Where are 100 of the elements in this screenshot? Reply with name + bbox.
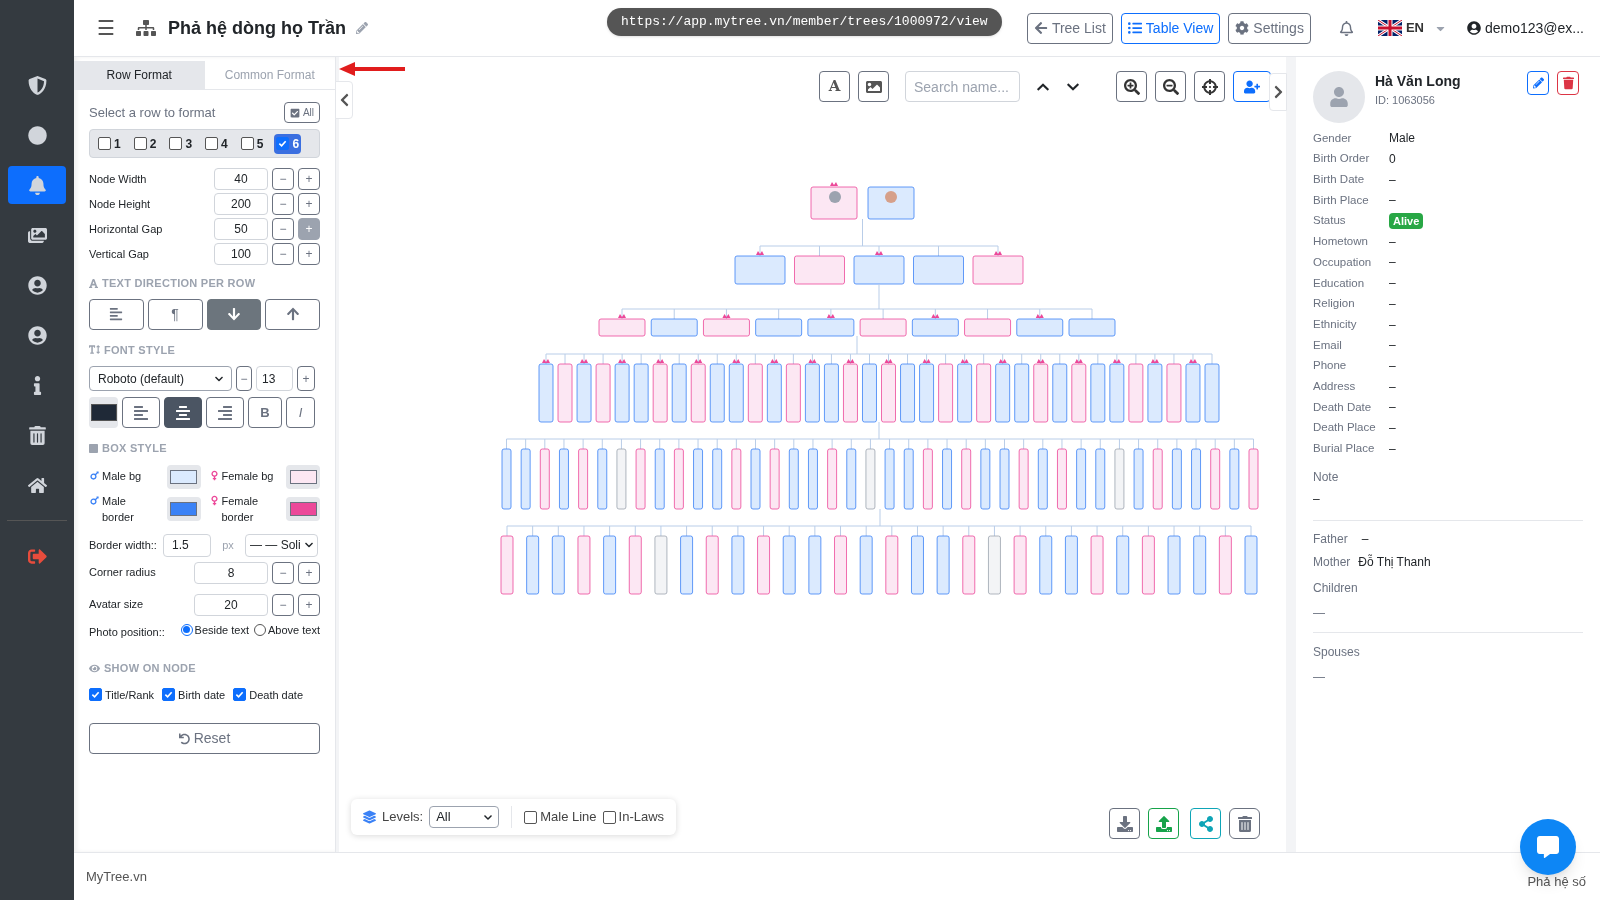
header-button[interactable]: Tree List — [1026, 12, 1113, 44]
field-value: Male — [1389, 130, 1415, 148]
image-icon — [865, 78, 882, 95]
checkbox[interactable] — [240, 137, 254, 150]
plus-button[interactable]: + — [298, 168, 320, 190]
share-icon — [1197, 815, 1214, 832]
field-label: Horizontal Gap — [89, 221, 163, 237]
number-field[interactable]: 200 — [214, 193, 268, 215]
minus-button[interactable]: − — [272, 218, 294, 240]
upload-button[interactable] — [1148, 808, 1179, 839]
footer-text: Phả hệ số — [1527, 872, 1586, 891]
field-value: — — [1313, 669, 1326, 686]
option-label: Birth date — [178, 687, 226, 703]
border-width-field[interactable]: 1.5 — [163, 533, 211, 557]
edit-button[interactable] — [1527, 71, 1549, 95]
color-picker[interactable] — [166, 497, 201, 521]
user-menu[interactable]: demo123@ex... — [1466, 17, 1584, 39]
field-label: Burial Place — [1313, 441, 1376, 457]
align-button[interactable] — [206, 397, 244, 428]
language-button[interactable]: EN — [1377, 18, 1447, 38]
plus-button[interactable]: + — [298, 593, 320, 616]
checkbox[interactable] — [276, 137, 290, 150]
field-label: Birth Date — [1313, 172, 1366, 188]
field-label: Birth Place — [1313, 192, 1370, 208]
reset-button[interactable]: Reset — [89, 723, 320, 754]
delete-button[interactable] — [1557, 71, 1579, 95]
field-label: Occupation — [1313, 254, 1373, 270]
checkbox[interactable] — [133, 137, 147, 150]
notification-icon[interactable] — [1338, 20, 1354, 36]
plus-button[interactable]: + — [298, 561, 320, 584]
circle-icon — [27, 125, 47, 145]
bold-button[interactable]: B — [248, 397, 282, 428]
checkbox[interactable] — [233, 688, 247, 702]
text-button[interactable]: A — [819, 71, 850, 102]
align-button[interactable] — [122, 397, 160, 428]
levels-select[interactable]: All — [429, 806, 500, 828]
italic-button[interactable]: I — [286, 397, 315, 428]
color-picker[interactable] — [286, 497, 320, 521]
share-button[interactable] — [1190, 808, 1221, 839]
number-field[interactable]: 40 — [214, 168, 268, 190]
checkbox[interactable] — [602, 810, 616, 824]
status-badge: Alive — [1389, 212, 1424, 230]
direction-button[interactable] — [265, 298, 320, 330]
center-button[interactable] — [1194, 71, 1225, 102]
direction-button[interactable] — [89, 298, 144, 330]
field-value: – — [1389, 233, 1396, 251]
search-field[interactable]: Search name... — [905, 71, 1020, 102]
chat-button[interactable] — [1520, 819, 1576, 875]
minus-button[interactable]: − — [272, 593, 294, 616]
field-value: – — [1389, 295, 1396, 313]
image-button[interactable] — [858, 71, 889, 102]
minus-button[interactable]: − — [272, 193, 294, 215]
menu-button[interactable]: ☰ — [94, 13, 118, 43]
header-button[interactable]: Settings — [1228, 12, 1311, 44]
checkbox[interactable] — [524, 810, 538, 824]
font-select[interactable]: Roboto (default) — [89, 366, 232, 391]
user-icon — [27, 275, 47, 295]
direction-button[interactable]: ¶ — [147, 298, 203, 330]
color-swatch[interactable] — [89, 397, 118, 428]
panel-tab[interactable]: Row Format — [74, 61, 205, 89]
page-title: Phả hệ dòng họ Trần — [168, 16, 346, 40]
plus-button[interactable]: + — [298, 193, 320, 215]
number-field[interactable]: 100 — [214, 243, 268, 265]
field-value: – — [1389, 337, 1396, 355]
color-label: Male border — [102, 493, 135, 525]
field-label: Birth Order — [1313, 151, 1371, 167]
field-label: Hometown — [1313, 234, 1369, 250]
zoom-out-button[interactable] — [1155, 71, 1186, 102]
color-picker[interactable] — [166, 464, 201, 489]
plus-button[interactable]: + — [297, 366, 315, 391]
minus-button[interactable]: − — [272, 168, 294, 190]
zoom-in-button[interactable] — [1116, 71, 1147, 102]
number-field[interactable]: 20 — [194, 593, 268, 616]
expand-tab[interactable] — [1269, 73, 1287, 111]
checkbox[interactable] — [89, 688, 102, 702]
all-button[interactable]: All — [283, 102, 320, 123]
checkbox[interactable] — [169, 137, 183, 150]
plus-button[interactable]: + — [298, 243, 320, 265]
checkbox[interactable] — [205, 137, 219, 150]
minus-button[interactable]: − — [236, 366, 252, 391]
download-button[interactable] — [1109, 808, 1140, 839]
checkbox[interactable] — [98, 137, 111, 150]
number-field[interactable]: 50 — [214, 218, 268, 240]
font-size-field[interactable]: 13 — [256, 366, 293, 391]
align-center-icon — [175, 404, 191, 421]
minus-button[interactable]: − — [272, 243, 294, 265]
delete-button[interactable] — [1229, 808, 1260, 839]
collapse-tab[interactable] — [335, 81, 353, 119]
align-button[interactable] — [164, 397, 202, 428]
border-style-select[interactable]: — — Soli — [245, 533, 318, 557]
number-field[interactable]: 8 — [194, 561, 268, 584]
pointer-arrow-icon — [337, 61, 407, 77]
field-value: 0 — [1389, 151, 1396, 169]
minus-button[interactable]: − — [272, 561, 294, 584]
direction-button[interactable] — [206, 298, 262, 330]
field-label: Death Place — [1313, 420, 1377, 436]
header-button[interactable]: Table View — [1120, 12, 1221, 44]
field-label: Ethnicity — [1313, 316, 1358, 332]
color-picker[interactable] — [286, 464, 320, 489]
checkbox[interactable] — [162, 688, 176, 702]
